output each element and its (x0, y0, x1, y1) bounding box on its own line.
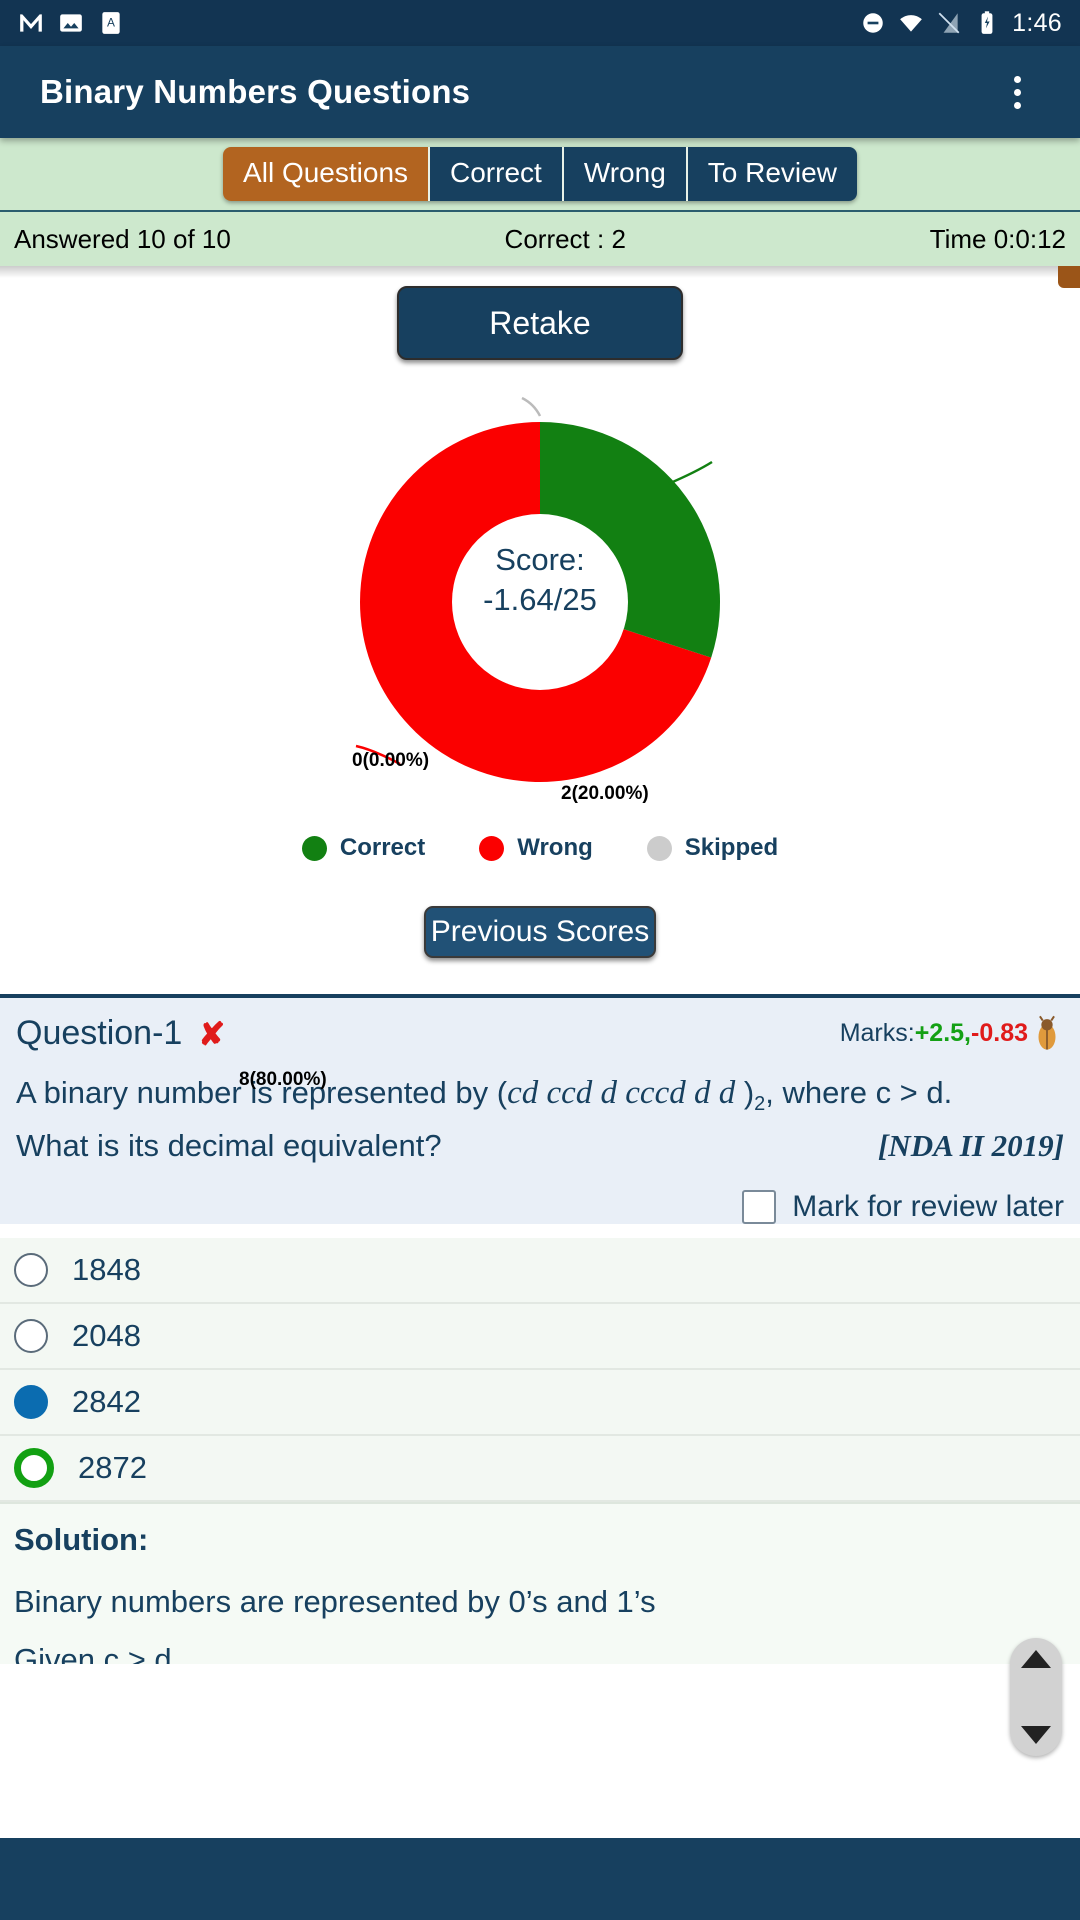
question-text: A binary number is represented by (cd cc… (16, 1071, 1064, 1119)
content-top-shadow (0, 266, 1080, 278)
question-text-part3: , where c > d. (765, 1075, 953, 1110)
marks-negative: -0.83 (971, 1019, 1028, 1047)
option-radio-2[interactable] (14, 1318, 48, 1353)
scroll-down-arrow-icon[interactable] (1021, 1726, 1051, 1744)
question-math-expression: cd ccd d cccd d d (507, 1075, 736, 1111)
retake-button[interactable]: Retake (397, 286, 683, 360)
legend-dot-correct (301, 835, 327, 861)
donut-svg (355, 396, 721, 782)
quiz-stats-bar: Answered 10 of 10 Correct : 2 Time 0:0:1… (0, 210, 1080, 266)
option-row-2[interactable]: 2048 (0, 1304, 1080, 1370)
solution-title: Solution: (14, 1521, 149, 1557)
app-root: A 1:46 Binary Numbers Questions All Ques… (0, 0, 1080, 1920)
option-radio-4-correct[interactable] (14, 1447, 54, 1488)
marks-positive: +2.5, (914, 1019, 972, 1047)
option-radio-1[interactable] (14, 1252, 48, 1287)
legend-dot-skipped (646, 835, 672, 861)
legend-dot-wrong (479, 835, 505, 861)
mark-for-review-checkbox[interactable] (742, 1189, 777, 1224)
tab-all-questions[interactable]: All Questions (223, 147, 431, 201)
question-text-line2: What is its decimal equivalent? (16, 1127, 442, 1163)
question-text-line2-row: What is its decimal equivalent? [NDA II … (16, 1125, 1064, 1168)
option-label-1: 1848 (72, 1251, 141, 1287)
filter-tab-strip: All Questions Correct Wrong To Review (0, 138, 1080, 210)
status-clock: 1:46 (1012, 8, 1062, 37)
option-row-1[interactable]: 1848 (0, 1238, 1080, 1304)
bug-icon[interactable] (1030, 1015, 1064, 1053)
question-base-subscript: 2 (754, 1093, 766, 1116)
chart-label-correct: 2(20.00%) (561, 783, 649, 804)
answered-count: Answered 10 of 10 (14, 223, 231, 254)
question-number: Question-1 (16, 1014, 183, 1052)
question-card: Question-1 ✘ Marks: +2.5, -0.83 A binary… (0, 994, 1080, 1224)
previous-scores-button[interactable]: Previous Scores (424, 906, 656, 958)
wifi-icon (900, 15, 922, 32)
svg-text:A: A (107, 15, 115, 29)
dot (1013, 88, 1021, 96)
solution-line-1: Binary numbers are represented by 0’s an… (14, 1583, 656, 1619)
question-text-part2: ) (735, 1075, 755, 1110)
solution-section: Solution: Binary numbers are represented… (0, 1501, 1080, 1664)
donut-hole (452, 514, 628, 690)
dot (1013, 101, 1021, 109)
status-notification-icons: A (18, 10, 124, 36)
tab-wrong[interactable]: Wrong (563, 147, 688, 201)
correct-count: Correct : 2 (504, 223, 626, 254)
option-row-4[interactable]: 2872 (0, 1436, 1080, 1502)
legend-item-wrong: Wrong (479, 834, 593, 862)
solution-line-2: Given c > d (14, 1641, 172, 1664)
legend-label-wrong: Wrong (517, 834, 593, 861)
mark-for-review-label: Mark for review later (792, 1189, 1064, 1223)
marks-info: Marks: +2.5, -0.83 (840, 1015, 1064, 1053)
option-radio-3-selected[interactable] (14, 1384, 48, 1419)
marks-prefix: Marks: (839, 1019, 915, 1047)
signal-icon (938, 12, 960, 34)
score-donut-chart: Score: -1.64/25 0(0.00%) 2(20.00%) 8(80.… (0, 392, 1080, 1090)
photos-icon (60, 14, 82, 32)
option-label-2: 2048 (72, 1317, 141, 1353)
legend-label-skipped: Skipped (684, 834, 779, 861)
legend-item-skipped: Skipped (646, 834, 779, 862)
status-system-icons: 1:46 (860, 9, 1062, 38)
leader-line-correct (667, 460, 713, 486)
chart-legend: Correct Wrong Skipped (0, 834, 1080, 862)
elapsed-time: Time 0:0:12 (929, 223, 1066, 254)
dnd-icon (863, 13, 883, 33)
tab-correct[interactable]: Correct (430, 147, 564, 201)
mark-for-review-row[interactable]: Mark for review later (16, 1189, 1064, 1224)
result-summary-panel: Retake Score: -1.64/25 0(0.00%) 2(20.00%… (0, 266, 1080, 1090)
overflow-menu-icon[interactable] (994, 64, 1040, 120)
legend-item-correct: Correct (301, 834, 426, 862)
panel-spacer (0, 958, 1080, 994)
android-status-bar: A 1:46 (0, 0, 1080, 46)
text-app-icon: A (102, 12, 120, 34)
dot (1013, 75, 1021, 83)
fast-scroll-thumb[interactable] (1010, 1638, 1062, 1756)
scroll-up-arrow-icon[interactable] (1021, 1650, 1051, 1668)
question-header: Question-1 ✘ Marks: +2.5, -0.83 (16, 1014, 1064, 1053)
battery-icon (981, 11, 993, 34)
chart-label-skipped: 0(0.00%) (352, 750, 430, 771)
option-label-3: 2842 (72, 1383, 141, 1419)
android-navigation-bar (0, 1838, 1080, 1920)
wrong-answer-icon: ✘ (198, 1015, 226, 1052)
chart-label-wrong: 8(80.00%) (239, 1069, 327, 1090)
filter-tab-group: All Questions Correct Wrong To Review (223, 147, 857, 201)
page-title: Binary Numbers Questions (40, 73, 471, 110)
app-bar: Binary Numbers Questions (0, 46, 1080, 138)
question-source-tag: [NDA II 2019] (877, 1127, 1064, 1163)
scroll-edge-indicator (1058, 266, 1080, 288)
solution-line-2-clipped: Given c > d (14, 1642, 1066, 1664)
tab-to-review[interactable]: To Review (687, 147, 857, 201)
legend-label-correct: Correct (339, 834, 426, 861)
leader-line-skipped (521, 396, 542, 417)
option-row-3[interactable]: 2842 (0, 1370, 1080, 1436)
option-label-4: 2872 (78, 1449, 147, 1485)
scroll-content[interactable]: Retake Score: -1.64/25 0(0.00%) 2(20.00%… (0, 266, 1080, 1920)
answer-options-list: 1848 2048 2842 2872 (0, 1237, 1080, 1502)
gmail-icon (20, 14, 42, 32)
